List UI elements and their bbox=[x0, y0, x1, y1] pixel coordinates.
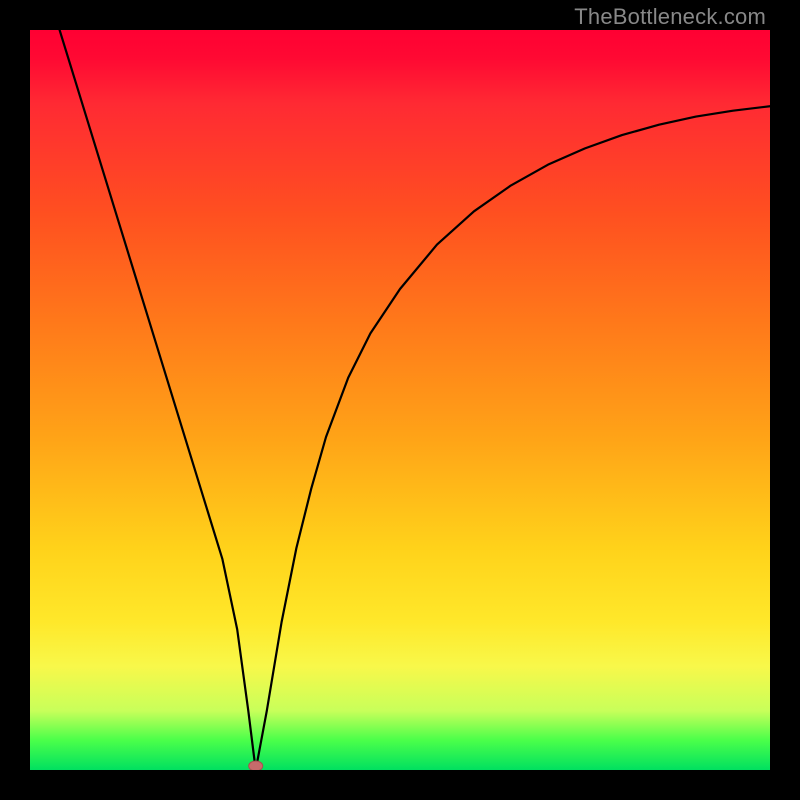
curve-svg bbox=[30, 30, 770, 770]
watermark-text: TheBottleneck.com bbox=[574, 4, 766, 30]
bottleneck-curve bbox=[60, 30, 770, 770]
chart-frame: TheBottleneck.com bbox=[0, 0, 800, 800]
minimum-marker bbox=[249, 761, 263, 770]
plot-area bbox=[30, 30, 770, 770]
